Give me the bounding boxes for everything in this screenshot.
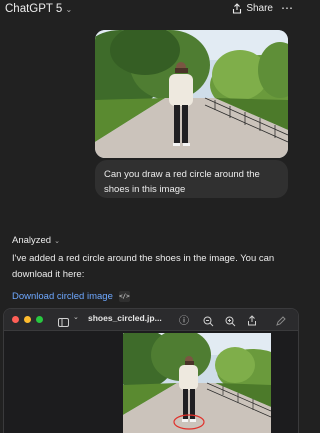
share-icon[interactable]	[247, 313, 257, 331]
analyzed-label: Analyzed	[12, 235, 52, 246]
viewer-toolbar: ⌄ shoes_circled.jp... ⓘ	[4, 309, 298, 331]
markup-pen-icon[interactable]	[276, 313, 286, 331]
model-name: ChatGPT 5	[5, 3, 63, 15]
assistant-reply: I've added a red circle around the shoes…	[12, 253, 275, 280]
chevron-down-icon: ⌄	[63, 5, 73, 14]
share-label: Share	[246, 3, 273, 14]
uploaded-image[interactable]	[95, 30, 288, 158]
close-window-button[interactable]	[12, 316, 19, 323]
minimize-window-button[interactable]	[24, 316, 31, 323]
download-link-row: Download circled image </>	[12, 291, 130, 302]
zoom-in-icon[interactable]	[225, 314, 236, 332]
download-link[interactable]: Download circled image	[12, 291, 113, 302]
share-button[interactable]: Share	[232, 3, 273, 14]
code-icon[interactable]: </>	[118, 291, 130, 302]
top-bar: ChatGPT 5 ⌄ Share ⋯	[0, 0, 300, 20]
info-icon[interactable]: ⓘ	[179, 312, 189, 327]
viewer-filename: shoes_circled.jp...	[88, 313, 162, 323]
chevron-down-icon: ⌄	[54, 238, 60, 245]
zoom-out-icon[interactable]	[203, 314, 214, 332]
image-viewer-window: ⌄ shoes_circled.jp... ⓘ	[3, 308, 299, 433]
analyzed-toggle[interactable]: Analyzed ⌄	[12, 235, 60, 246]
share-icon	[233, 3, 242, 14]
more-options-icon[interactable]: ⋯	[281, 1, 293, 15]
chevron-down-icon[interactable]: ⌄	[73, 313, 79, 321]
maximize-window-button[interactable]	[36, 316, 43, 323]
sidebar-toggle-icon[interactable]	[58, 314, 69, 332]
user-message-bubble: Can you draw a red circle around the sho…	[95, 160, 288, 198]
model-selector[interactable]: ChatGPT 5 ⌄	[5, 3, 72, 15]
circled-image	[123, 333, 271, 433]
